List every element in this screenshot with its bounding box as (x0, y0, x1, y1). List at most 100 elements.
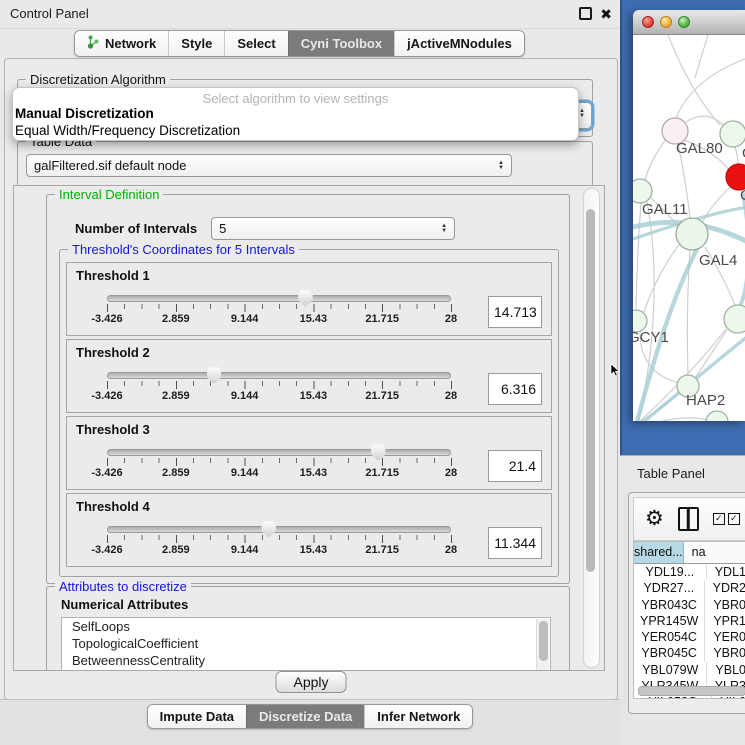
float-window-icon[interactable] (579, 7, 592, 20)
network-node[interactable] (720, 121, 745, 147)
tab-network[interactable]: Network (75, 31, 168, 56)
threshold-slider[interactable]: -3.4262.8599.14415.4321.71528 (88, 438, 470, 494)
number-of-intervals-combobox[interactable]: 5 ▲▼ (211, 217, 455, 240)
control-panel: Control Panel ✖ NetworkStyleSelectCyni T… (0, 0, 620, 745)
attribute-item[interactable]: TopologicalCoefficient (62, 635, 550, 652)
cell-shared-name[interactable]: YDR27... (634, 580, 705, 596)
network-node[interactable] (724, 305, 745, 333)
threshold-value-field[interactable] (488, 373, 542, 405)
network-node[interactable] (706, 411, 728, 421)
scale-label: 21.715 (365, 544, 399, 556)
tab-select[interactable]: Select (224, 31, 287, 56)
table-data-combobox[interactable]: galFiltered.sif default node ▲▼ (26, 154, 512, 177)
cell-shared-name[interactable]: YBR045C (634, 645, 705, 661)
threshold-label: Threshold 2 (76, 345, 542, 360)
slider-track[interactable] (107, 526, 451, 533)
cell-shared-name[interactable]: YPR145W (634, 613, 705, 629)
cell-shared-name[interactable]: YER054C (634, 629, 705, 645)
node-table: shared... na YDL19...YDL1YDR27...YDR2YBR… (633, 541, 745, 699)
table-row[interactable]: YDR27...YDR2 (634, 580, 745, 596)
cell-name[interactable]: YPR1 (705, 613, 745, 629)
threshold-panel: Threshold 1 -3.4262.8599.14415.4321.7152… (66, 262, 552, 336)
scale-label: 15.43 (300, 544, 328, 556)
slider-scale-labels: -3.4262.8599.14415.4321.71528 (107, 313, 451, 325)
table-row[interactable]: YBR045CYBR0 (634, 645, 745, 661)
table-row[interactable]: YPR145WYPR1 (634, 613, 745, 629)
list-scrollbar[interactable] (536, 619, 549, 671)
gear-icon[interactable]: ⚙ (645, 509, 664, 529)
threshold-value-field[interactable] (488, 296, 542, 328)
close-icon[interactable]: ✖ (600, 8, 612, 20)
cell-name[interactable]: YDR2 (705, 580, 745, 596)
cell-shared-name[interactable]: YDL19... (634, 564, 707, 580)
slider-scale-labels: -3.4262.8599.14415.4321.71528 (107, 467, 451, 479)
vertical-scrollbar[interactable] (583, 188, 600, 668)
checkbox-icon[interactable]: ✓ (713, 513, 725, 525)
table-row[interactable]: YER054CYER0 (634, 629, 745, 645)
scale-label: 9.144 (231, 544, 259, 556)
attributes-group: Attributes to discretize Numerical Attri… (46, 586, 570, 671)
network-canvas[interactable]: GAL80GCGAL11GAL4GCY1HHAP2 (633, 35, 745, 421)
tab-jactivemnodules[interactable]: jActiveMNodules (394, 31, 524, 56)
algorithm-dropdown-popup: Select algorithm to view settings Manual… (12, 87, 579, 141)
attribute-item[interactable]: BetweennessCentrality (62, 652, 550, 669)
network-node[interactable] (676, 218, 708, 250)
tab-discretize-data[interactable]: Discretize Data (246, 705, 364, 728)
tab-style[interactable]: Style (168, 31, 224, 56)
cell-name[interactable]: YBR0 (705, 645, 745, 661)
tab-infer-network[interactable]: Infer Network (364, 705, 472, 728)
column-header-shared-name[interactable]: shared... (634, 542, 684, 563)
scale-label: -3.426 (91, 313, 122, 325)
slider-ticks (107, 381, 451, 389)
algorithm-option[interactable]: Manual Discretization (13, 106, 578, 123)
apply-button[interactable]: Apply (275, 671, 346, 693)
cell-name[interactable]: YDL1 (707, 564, 745, 580)
numerical-attributes-list[interactable]: SelfLoopsTopologicalCoefficientBetweenne… (61, 617, 551, 671)
horizontal-scrollbar[interactable] (638, 686, 745, 695)
table-row[interactable]: YDL19...YDL1 (634, 564, 745, 580)
close-traffic-light-icon[interactable] (642, 16, 654, 28)
node-label: GAL4 (699, 252, 737, 269)
algorithm-option[interactable]: Equal Width/Frequency Discretization (13, 123, 578, 140)
algorithm-hint: Select algorithm to view settings (13, 88, 578, 106)
network-node[interactable] (633, 179, 652, 203)
cell-name[interactable]: YER0 (705, 629, 745, 645)
cyni-toolbox-panel: Discretization Algorithm ▲▼ Table Data g… (4, 58, 618, 700)
threshold-slider[interactable]: -3.4262.8599.14415.4321.71528 (88, 361, 470, 417)
scale-label: -3.426 (91, 467, 122, 479)
slider-track[interactable] (107, 372, 451, 379)
table-panel-title: Table Panel (637, 466, 705, 481)
column-header-name[interactable]: na (684, 542, 745, 563)
zoom-traffic-light-icon[interactable] (678, 16, 690, 28)
table-row[interactable]: YBL079WYBL0 (634, 662, 745, 678)
node-label: HAP2 (686, 392, 725, 409)
node-label: GAL80 (676, 140, 723, 157)
cell-shared-name[interactable]: YBL079W (634, 662, 707, 678)
threshold-slider[interactable]: -3.4262.8599.14415.4321.71528 (88, 284, 470, 340)
threshold-value-field[interactable] (488, 527, 542, 559)
threshold-slider[interactable]: -3.4262.8599.14415.4321.71528 (88, 515, 470, 571)
tab-impute-data[interactable]: Impute Data (148, 705, 246, 728)
cell-shared-name[interactable]: YBR043C (634, 597, 705, 613)
combo-arrows-icon: ▲▼ (579, 109, 585, 119)
bottom-tab-bar: Impute DataDiscretize DataInfer Network (147, 704, 474, 729)
table-data-group: Table Data galFiltered.sif default node … (17, 141, 593, 187)
table-row[interactable]: YBR043CYBR0 (634, 597, 745, 613)
attribute-item[interactable]: SelfLoops (62, 618, 550, 635)
network-window-titlebar[interactable] (633, 10, 745, 35)
scrollbar-thumb[interactable] (586, 209, 595, 572)
node-label: GCY1 (633, 329, 669, 346)
checkbox-icon[interactable]: ✓ (728, 513, 740, 525)
split-columns-icon[interactable] (678, 507, 699, 531)
cell-name[interactable]: YBL0 (707, 662, 745, 678)
cell-name[interactable]: YBR0 (705, 597, 745, 613)
table-toolbar: ⚙ ✓ ✓ (633, 497, 745, 541)
tab-cyni-toolbox[interactable]: Cyni Toolbox (288, 31, 394, 56)
scale-label: 21.715 (365, 467, 399, 479)
scale-label: 2.859 (162, 544, 190, 556)
slider-track[interactable] (107, 295, 451, 302)
scale-label: 21.715 (365, 313, 399, 325)
minimize-traffic-light-icon[interactable] (660, 16, 672, 28)
threshold-value-field[interactable] (488, 450, 542, 482)
slider-track[interactable] (107, 449, 451, 456)
